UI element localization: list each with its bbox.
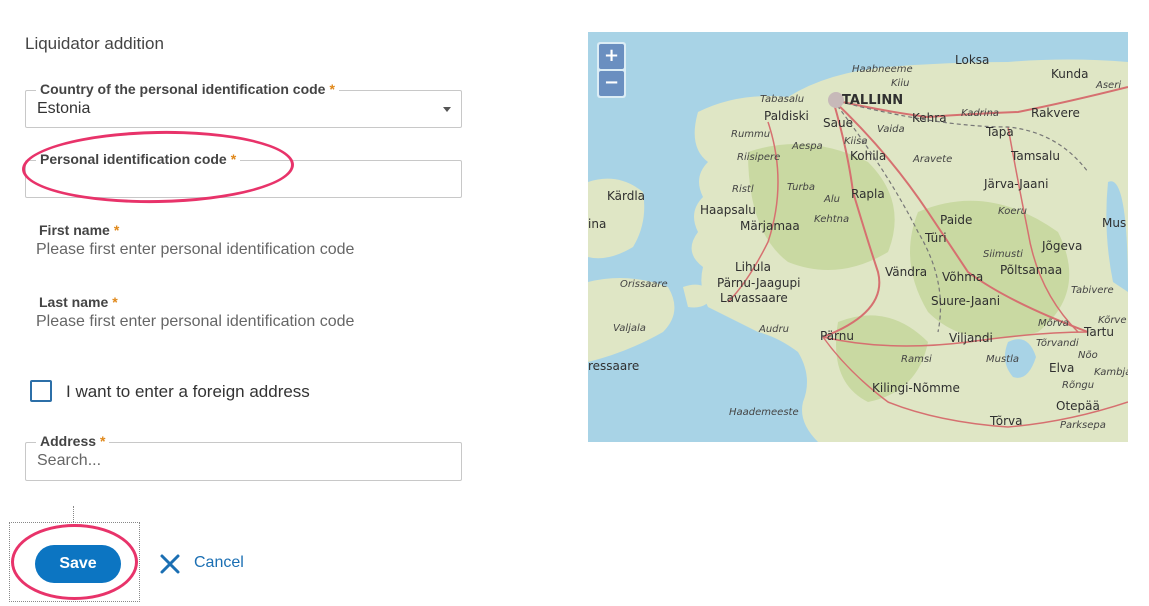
map-label: Paide (940, 213, 972, 227)
map-label: Rõngu (1062, 380, 1094, 391)
map-label: Viljandi (949, 331, 993, 345)
map-label: Võhma (942, 270, 983, 284)
map-label: Vändra (885, 265, 927, 279)
map-label: Loksa (955, 53, 989, 67)
map-label: Jõgeva (1041, 239, 1082, 253)
last-name-label: Last name * (39, 294, 118, 310)
map-label: Audru (758, 324, 789, 335)
close-icon (160, 554, 180, 574)
map-label: Mustla (986, 354, 1019, 365)
required-star: * (112, 294, 118, 310)
map-label: Mõrva (1038, 318, 1069, 329)
map-label: Lihula (735, 260, 771, 274)
map-label: Ristl (732, 184, 754, 195)
map-label: Pärnu-Jaagupi (717, 276, 800, 290)
map-label: Rummu (731, 129, 770, 140)
map-label: Kohila (850, 149, 886, 163)
map-label: Valjala (613, 323, 646, 334)
focus-guide-line (73, 506, 74, 522)
map-canvas: Haabneeme Loksa Kunda Aseri Kiiu Tabasal… (588, 53, 1128, 442)
map-label: Ramsi (901, 354, 932, 365)
map-label: Tõrva (989, 414, 1023, 428)
map-label: Mus (1102, 216, 1126, 230)
map-label: Rapla (851, 187, 885, 201)
map-label: Märjamaa (740, 219, 800, 233)
map-label: Tamsalu (1010, 149, 1060, 163)
map-label: Kehtna (814, 214, 849, 225)
required-star: * (329, 81, 335, 97)
map-label: Tapa (985, 125, 1014, 139)
map-label: Aespa (791, 141, 823, 152)
map-label: Kunda (1051, 67, 1088, 81)
map-view[interactable]: Haabneeme Loksa Kunda Aseri Kiiu Tabasal… (588, 32, 1128, 442)
address-placeholder: Search... (37, 452, 102, 469)
map-label: Kiiu (891, 78, 909, 89)
map-label: Kambja (1094, 367, 1128, 378)
map-label: Vaida (877, 124, 905, 135)
zoom-out-button[interactable]: − (599, 71, 624, 96)
map-label: Kilingi-Nõmme (872, 381, 960, 395)
required-star: * (100, 433, 106, 449)
map-label: Tabasalu (760, 94, 804, 105)
map-label: Otepää (1056, 399, 1100, 413)
map-label: Alu (823, 194, 840, 205)
highlight-save-button (11, 524, 138, 600)
map-label: Nõo (1078, 350, 1098, 361)
island-saaremaa (588, 278, 675, 362)
chevron-down-icon (443, 107, 451, 112)
map-label: Aravete (912, 154, 952, 165)
map-label: Kehra (912, 111, 947, 125)
map-label: Suure-Jaani (931, 294, 1000, 308)
map-label: TALLINN (842, 93, 903, 108)
address-label: Address * (36, 433, 110, 449)
map-label: ina (588, 217, 606, 231)
map-label: Kärdla (607, 189, 645, 203)
map-label: Parksepa (1060, 420, 1106, 431)
map-label: ressaare (588, 359, 639, 373)
map-label: Pärnu (820, 329, 854, 343)
map-label: Aseri (1095, 80, 1121, 91)
country-label: Country of the personal identification c… (36, 81, 339, 97)
map-label: Saue (823, 116, 853, 130)
map-label: Kadrina (961, 108, 999, 119)
map-label: Riisipere (737, 152, 780, 163)
map-label: Siimusti (983, 249, 1023, 260)
address-input[interactable]: Address * Search... (25, 433, 462, 481)
zoom-in-button[interactable]: + (599, 44, 624, 69)
map-label: Turba (787, 182, 815, 193)
first-name-label: First name * (39, 222, 120, 238)
map-label: Põltsamaa (1000, 263, 1062, 277)
map-label: Elva (1049, 361, 1074, 375)
map-label: Lavassaare (720, 291, 788, 305)
foreign-address-checkbox[interactable] (30, 380, 52, 402)
last-name-value: Please first enter personal identificati… (36, 313, 355, 330)
map-label: Haapsalu (700, 203, 756, 217)
map-label: Koeru (998, 206, 1027, 217)
map-label: Tartu (1083, 325, 1114, 339)
zoom-control: + − (597, 42, 626, 98)
country-value: Estonia (37, 100, 91, 117)
map-label: Paldiski (764, 109, 809, 123)
form-title: Liquidator addition (25, 34, 164, 53)
cancel-label: Cancel (194, 554, 244, 571)
map-label: Haabneeme (852, 64, 913, 75)
map-label: Järva-Jaani (983, 177, 1048, 191)
map-label: Tabivere (1071, 285, 1114, 296)
country-select[interactable]: Country of the personal identification c… (25, 81, 462, 128)
map-label: Kiisa (844, 136, 867, 147)
map-label: Kõrve (1098, 315, 1127, 326)
map-label: Rakvere (1031, 106, 1080, 120)
map-label: Türi (924, 231, 947, 245)
required-star: * (113, 222, 120, 238)
first-name-value: Please first enter personal identificati… (36, 241, 355, 258)
map-label: Tõrvandi (1036, 338, 1079, 349)
map-label: Orissaare (620, 279, 668, 290)
map-label: Haademeeste (729, 407, 799, 418)
foreign-address-label[interactable]: I want to enter a foreign address (66, 382, 310, 402)
